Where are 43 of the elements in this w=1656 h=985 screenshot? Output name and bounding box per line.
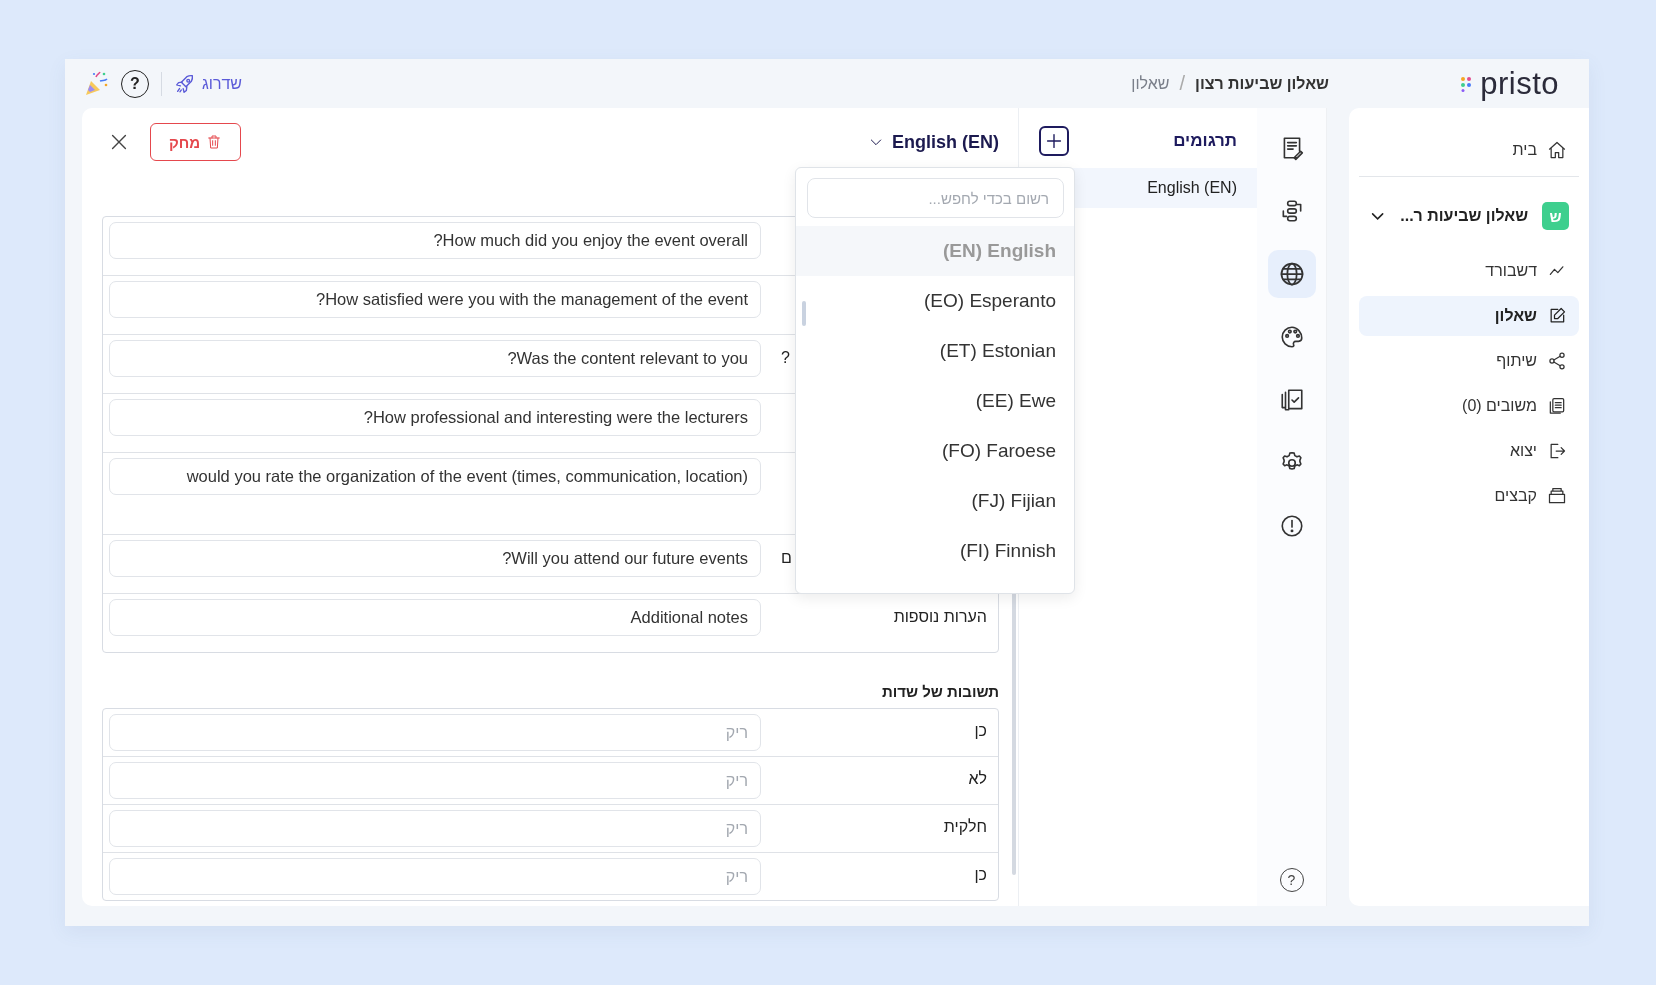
breadcrumb-item[interactable]: שאלון	[1131, 74, 1170, 93]
translation-field[interactable]: ?How much did you enjoy the event overall	[109, 222, 761, 259]
question-label: ם	[781, 549, 792, 567]
language-select[interactable]: English (EN)	[868, 131, 999, 153]
answer-field[interactable]: ריק	[109, 762, 761, 799]
translation-field[interactable]: ?How satisfied were you with the management of the event	[109, 281, 761, 318]
nav-item[interactable]: דשבורד	[1359, 251, 1579, 291]
answer-field[interactable]: ריק	[109, 810, 761, 847]
breadcrumb-separator: /	[1179, 72, 1186, 95]
nav-item[interactable]: קבצים	[1359, 476, 1579, 516]
nav-item[interactable]: משובים (0)	[1359, 386, 1579, 426]
nav-item[interactable]: יצוא	[1359, 431, 1579, 471]
home-link[interactable]: בית	[1359, 118, 1579, 177]
search-field[interactable]: רשום בכדי לחפש...	[807, 178, 1064, 218]
language-option[interactable]: (EE) Ewe	[796, 376, 1074, 426]
language-option[interactable]: (FJ) Fijian	[796, 476, 1074, 526]
answer-label: כן	[974, 866, 987, 884]
breadcrumb-item: שאלון שביעות רצון	[1195, 74, 1329, 93]
answer-field[interactable]: ריק	[109, 714, 761, 751]
question-label: הערות נוספות	[893, 608, 987, 626]
question-label: ?	[781, 349, 790, 367]
project-badge: ש	[1542, 202, 1569, 230]
project-name[interactable]: שאלון שביעות ר...	[1400, 207, 1529, 225]
translation-field[interactable]: ?How professional and interesting were the lecturers	[109, 399, 761, 436]
section-title: תשובות של שדות	[880, 683, 999, 700]
nav-item[interactable]: שאלון	[1359, 296, 1579, 336]
language-option[interactable]: (ET) Estonian	[796, 326, 1074, 376]
language-option[interactable]: (FI) Finnish	[796, 526, 1074, 576]
answer-label: כן	[974, 722, 987, 740]
language-option[interactable]: (EO) Esperanto	[796, 276, 1074, 326]
translation-field[interactable]: ?Was the content relevant to you	[109, 340, 761, 377]
translation-field[interactable]: ?Will you attend our future events	[109, 540, 761, 577]
answer-label: לא	[968, 770, 987, 788]
language-option[interactable]: (FO) Faroese	[796, 426, 1074, 476]
translation-field[interactable]: would you rate the organization of the event (times, communication, location)	[109, 458, 761, 495]
answer-field[interactable]: ריק	[109, 858, 761, 895]
logo-text: pristo	[1480, 65, 1559, 102]
delete-button[interactable]: מחק	[150, 123, 242, 161]
answer-label: חלקית	[943, 818, 987, 836]
translation-field[interactable]: Additional notes	[109, 599, 761, 636]
translations-title: תרגומים	[1173, 131, 1237, 151]
upgrade-button[interactable]: שדרוג	[174, 72, 242, 95]
nav-item[interactable]: שיתוף	[1359, 341, 1579, 381]
